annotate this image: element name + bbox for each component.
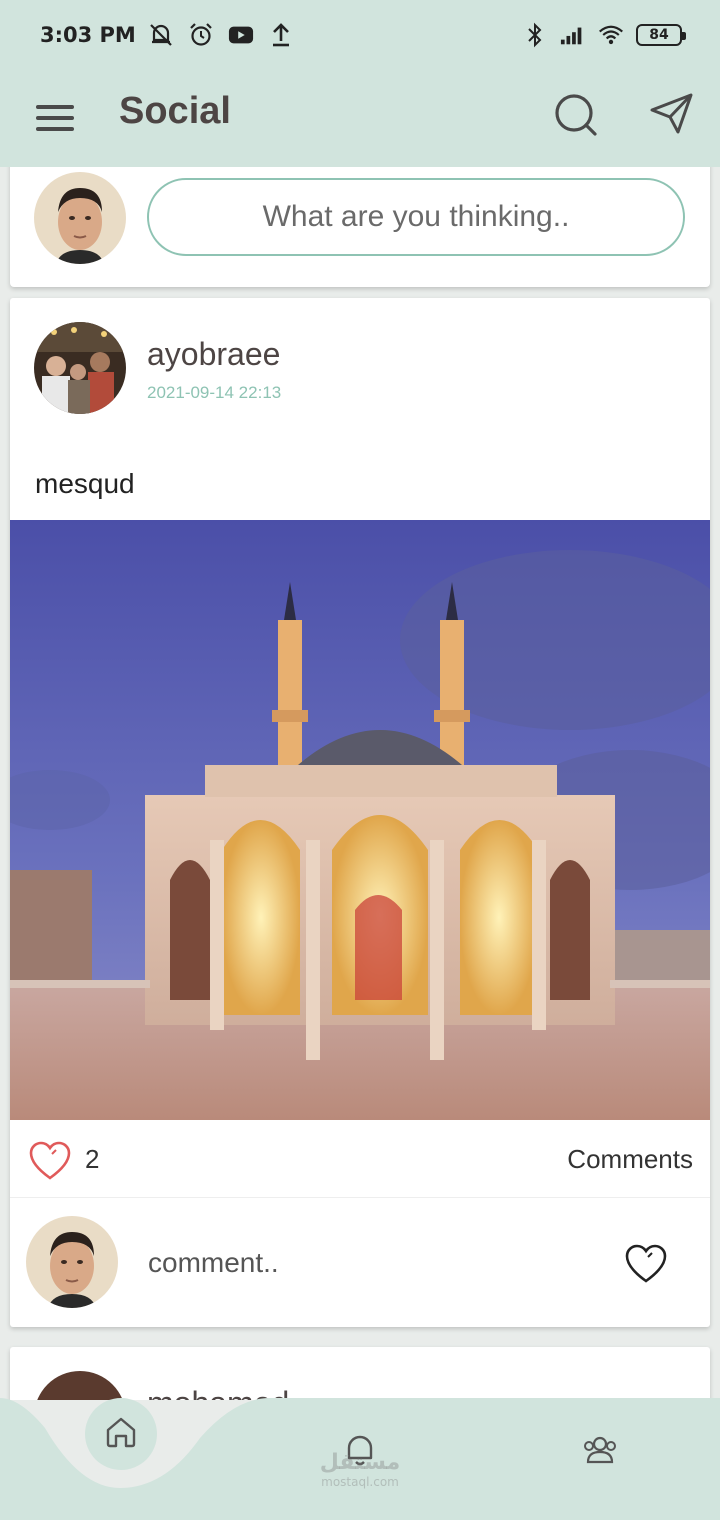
like-count: 2 bbox=[85, 1144, 100, 1174]
post-actions: 2 Comments bbox=[10, 1120, 710, 1198]
status-icons-left bbox=[148, 22, 294, 48]
battery-icon: 84 bbox=[636, 24, 686, 46]
signal-icon bbox=[560, 22, 586, 48]
status-time: 3:03 PM bbox=[40, 23, 136, 47]
app-bar: Social bbox=[0, 70, 720, 167]
post-username[interactable]: ayobraee bbox=[147, 336, 280, 373]
avatar[interactable] bbox=[26, 1216, 118, 1308]
status-bar: 3:03 PM 84 bbox=[0, 0, 720, 70]
avatar[interactable] bbox=[34, 172, 126, 264]
comment-row: comment.. bbox=[10, 1199, 710, 1327]
status-icons-right: 84 bbox=[522, 22, 686, 48]
post-card: mohamed bbox=[10, 1347, 710, 1400]
comments-button[interactable]: Comments bbox=[567, 1144, 693, 1175]
heart-icon[interactable] bbox=[28, 1140, 72, 1182]
send-icon[interactable] bbox=[648, 90, 696, 138]
feed: What are you thinking.. ayobraee 2021-09… bbox=[0, 167, 720, 1400]
post-card: ayobraee 2021-09-14 22:13 mesqud 2 Comme… bbox=[10, 298, 710, 1327]
avatar[interactable] bbox=[34, 322, 126, 414]
post-image[interactable] bbox=[10, 520, 710, 1120]
heart-icon[interactable] bbox=[623, 1243, 669, 1285]
friends-icon bbox=[580, 1436, 620, 1474]
avatar[interactable] bbox=[34, 1371, 126, 1400]
watermark: مستقل mostaql.com bbox=[319, 1450, 401, 1489]
nav-home[interactable] bbox=[85, 1398, 157, 1470]
status-input[interactable]: What are you thinking.. bbox=[147, 178, 685, 256]
mute-bell-icon bbox=[148, 22, 174, 48]
post-text: mesqud bbox=[35, 468, 135, 499]
wifi-icon bbox=[598, 22, 624, 48]
bluetooth-icon bbox=[522, 22, 548, 48]
search-icon[interactable] bbox=[553, 92, 599, 138]
alarm-icon bbox=[188, 22, 214, 48]
post-composer: What are you thinking.. bbox=[10, 167, 710, 287]
upload-icon bbox=[268, 22, 294, 48]
app-title: Social bbox=[119, 90, 231, 132]
comment-input[interactable]: comment.. bbox=[148, 1247, 279, 1279]
post-date: 2021-09-14 22:13 bbox=[147, 383, 282, 402]
bottom-navigation: مستقل mostaql.com bbox=[0, 1398, 720, 1520]
menu-icon[interactable] bbox=[36, 98, 76, 138]
home-icon bbox=[104, 1415, 138, 1453]
nav-friends[interactable] bbox=[580, 1430, 620, 1470]
youtube-icon bbox=[228, 22, 254, 48]
